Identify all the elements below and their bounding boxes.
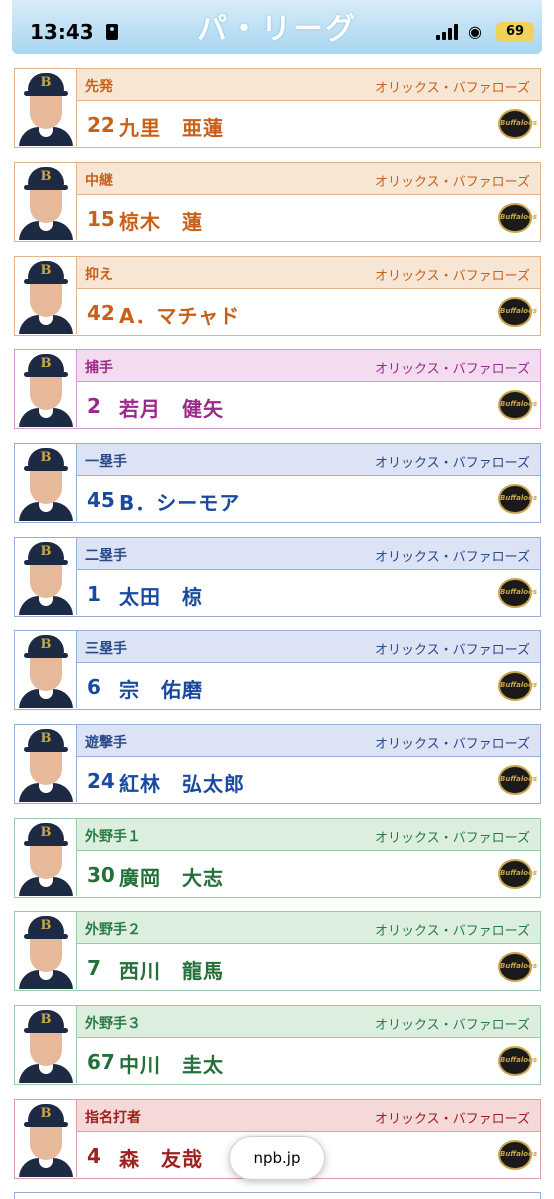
player-card[interactable]: B 外野手２ オリックス・バファローズ 7 西川 龍馬 Buffaloes bbox=[14, 911, 541, 991]
position-label: 指名打者 bbox=[85, 1110, 141, 1126]
player-name[interactable]: 西川 龍馬 bbox=[119, 955, 224, 984]
battery-indicator: 69 bbox=[496, 22, 534, 42]
uniform-number: 24 bbox=[87, 769, 115, 793]
uniform-number: 7 bbox=[87, 956, 101, 980]
team-name: オリックス・バファローズ bbox=[375, 175, 530, 190]
buffaloes-logo-icon: Buffaloes bbox=[498, 484, 537, 514]
uniform-number: 45 bbox=[87, 488, 115, 512]
team-name: オリックス・バファローズ bbox=[375, 924, 530, 939]
player-name[interactable]: B．シーモア bbox=[119, 487, 240, 516]
player-card[interactable]: B 外野手３ オリックス・バファローズ 67 中川 圭太 Buffaloes bbox=[14, 1005, 541, 1085]
player-photo: B bbox=[15, 1006, 77, 1083]
position-label: 外野手３ bbox=[85, 1016, 141, 1032]
position-label: 中継 bbox=[85, 173, 113, 189]
team-name: オリックス・バファローズ bbox=[375, 737, 530, 752]
buffaloes-logo-icon: Buffaloes bbox=[498, 578, 537, 608]
position-label: 遊撃手 bbox=[85, 735, 127, 751]
player-photo: B bbox=[15, 257, 77, 334]
player-name[interactable]: 紅林 弘太郎 bbox=[119, 768, 245, 797]
uniform-number: 4 bbox=[87, 1144, 101, 1168]
player-photo: B bbox=[15, 912, 77, 989]
player-name[interactable]: 廣岡 大志 bbox=[119, 862, 224, 891]
player-name[interactable]: 森 友哉 bbox=[119, 1143, 203, 1172]
player-name[interactable]: 宗 佑磨 bbox=[119, 674, 203, 703]
wifi-icon: ◉ bbox=[468, 22, 482, 41]
position-label: 外野手１ bbox=[85, 829, 141, 845]
uniform-number: 1 bbox=[87, 582, 101, 606]
buffaloes-logo-icon: Buffaloes bbox=[498, 1046, 537, 1076]
buffaloes-logo-icon: Buffaloes bbox=[498, 1140, 537, 1170]
player-card[interactable]: B 捕手 オリックス・バファローズ 2 若月 健矢 Buffaloes bbox=[14, 349, 541, 429]
buffaloes-logo-icon: Buffaloes bbox=[498, 203, 537, 233]
player-name[interactable]: 若月 健矢 bbox=[119, 393, 224, 422]
player-card[interactable]: B 一塁手 オリックス・バファローズ 45 B．シーモア Buffaloes bbox=[14, 443, 541, 523]
team-name: オリックス・バファローズ bbox=[375, 269, 530, 284]
player-card[interactable]: B 遊撃手 オリックス・バファローズ 24 紅林 弘太郎 Buffaloes bbox=[14, 724, 541, 804]
uniform-number: 6 bbox=[87, 675, 101, 699]
player-photo: B bbox=[15, 444, 77, 521]
position-label: 一塁手 bbox=[85, 454, 127, 470]
next-card-edge bbox=[14, 1192, 541, 1199]
position-label: 先発 bbox=[85, 79, 113, 95]
buffaloes-logo-icon: Buffaloes bbox=[498, 952, 537, 982]
player-name[interactable]: A．マチャド bbox=[119, 300, 240, 329]
uniform-number: 42 bbox=[87, 301, 115, 325]
player-photo: B bbox=[15, 538, 77, 615]
player-name[interactable]: 椋木 蓮 bbox=[119, 206, 203, 235]
buffaloes-logo-icon: Buffaloes bbox=[498, 859, 537, 889]
position-label: 外野手２ bbox=[85, 922, 141, 938]
player-card[interactable]: B 中継 オリックス・バファローズ 15 椋木 蓮 Buffaloes bbox=[14, 162, 541, 242]
player-card[interactable]: B 抑え オリックス・バファローズ 42 A．マチャド Buffaloes bbox=[14, 256, 541, 336]
player-card[interactable]: B 三塁手 オリックス・バファローズ 6 宗 佑磨 Buffaloes bbox=[14, 630, 541, 710]
player-card[interactable]: B 外野手１ オリックス・バファローズ 30 廣岡 大志 Buffaloes bbox=[14, 818, 541, 898]
team-name: オリックス・バファローズ bbox=[375, 362, 530, 377]
player-photo: B bbox=[15, 69, 77, 146]
url-bar[interactable]: npb.jp bbox=[229, 1136, 325, 1180]
team-name: オリックス・バファローズ bbox=[375, 1112, 530, 1127]
player-name[interactable]: 太田 椋 bbox=[119, 581, 203, 610]
team-name: オリックス・バファローズ bbox=[375, 831, 530, 846]
uniform-number: 22 bbox=[87, 113, 115, 137]
position-label: 三塁手 bbox=[85, 641, 127, 657]
page-title: パ・リーグ bbox=[197, 12, 357, 47]
player-photo: B bbox=[15, 163, 77, 240]
player-photo: B bbox=[15, 725, 77, 802]
player-photo: B bbox=[15, 350, 77, 427]
player-name[interactable]: 九里 亜蓮 bbox=[119, 112, 224, 141]
player-card[interactable]: B 二塁手 オリックス・バファローズ 1 太田 椋 Buffaloes bbox=[14, 537, 541, 617]
player-card[interactable]: B 先発 オリックス・バファローズ 22 九里 亜蓮 Buffaloes bbox=[14, 68, 541, 148]
player-photo: B bbox=[15, 819, 77, 896]
player-name[interactable]: 中川 圭太 bbox=[119, 1049, 224, 1078]
position-label: 抑え bbox=[85, 267, 113, 283]
player-photo: B bbox=[15, 631, 77, 708]
team-name: オリックス・バファローズ bbox=[375, 643, 530, 658]
uniform-number: 30 bbox=[87, 863, 115, 887]
buffaloes-logo-icon: Buffaloes bbox=[498, 765, 537, 795]
cellular-signal-icon bbox=[436, 24, 460, 40]
team-name: オリックス・バファローズ bbox=[375, 550, 530, 565]
buffaloes-logo-icon: Buffaloes bbox=[498, 109, 537, 139]
buffaloes-logo-icon: Buffaloes bbox=[498, 390, 537, 420]
position-label: 二塁手 bbox=[85, 548, 127, 564]
buffaloes-logo-icon: Buffaloes bbox=[498, 297, 537, 327]
app-header: 13:43 パ・リーグ ◉ 69 bbox=[12, 0, 542, 54]
uniform-number: 67 bbox=[87, 1050, 115, 1074]
team-name: オリックス・バファローズ bbox=[375, 81, 530, 96]
player-photo: B bbox=[15, 1100, 77, 1177]
position-label: 捕手 bbox=[85, 360, 113, 376]
uniform-number: 15 bbox=[87, 207, 115, 231]
buffaloes-logo-icon: Buffaloes bbox=[498, 671, 537, 701]
uniform-number: 2 bbox=[87, 394, 101, 418]
team-name: オリックス・バファローズ bbox=[375, 1018, 530, 1033]
team-name: オリックス・バファローズ bbox=[375, 456, 530, 471]
